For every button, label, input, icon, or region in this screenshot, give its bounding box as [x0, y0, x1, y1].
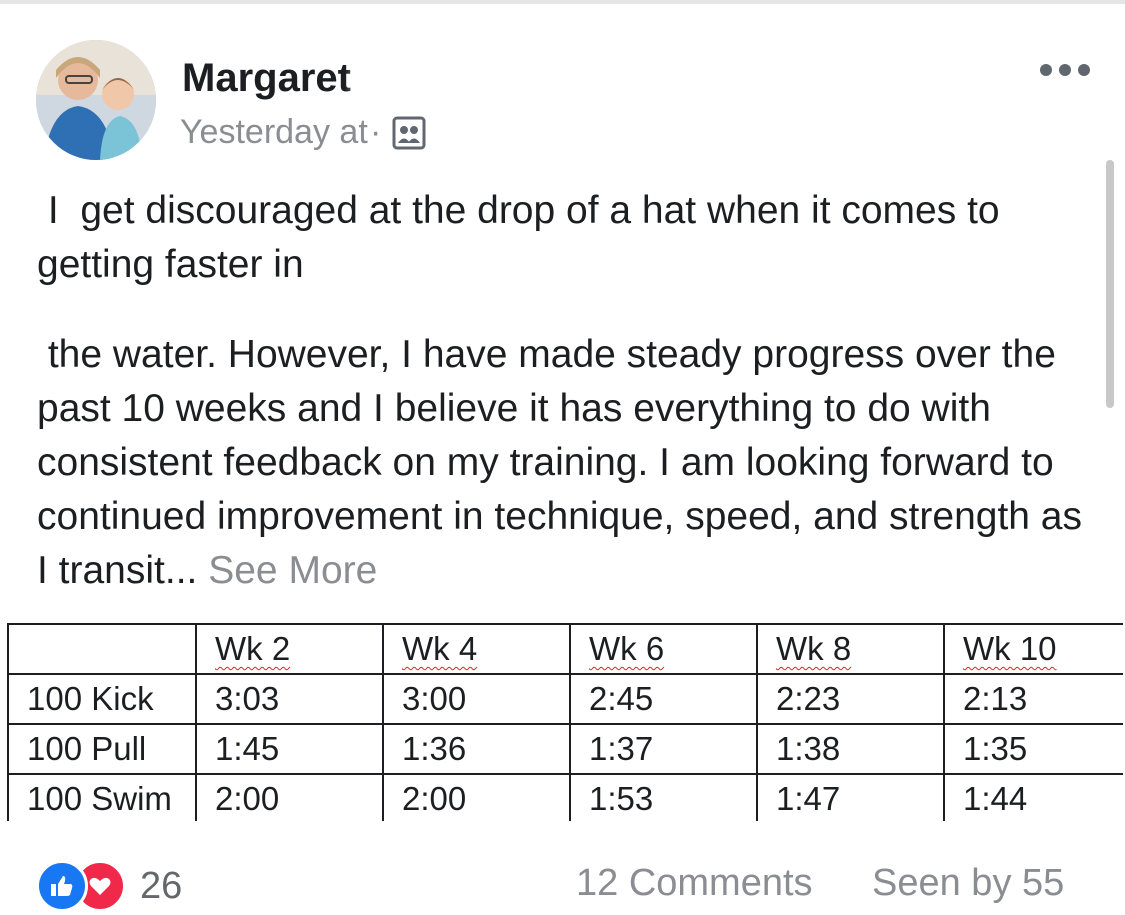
meta-separator: ·: [370, 113, 382, 151]
table-cell: 1:37: [569, 723, 758, 775]
table-row: 100 Kick 3:03 3:00 2:45 2:23 2:13: [7, 673, 1123, 725]
post-timestamp[interactable]: Yesterday at 11:22 AM: [180, 113, 370, 152]
table-cell: 3:03: [195, 673, 384, 725]
reaction-count: 26: [140, 864, 183, 907]
post-paragraph-1: I get discouraged at the drop of a hat w…: [37, 189, 1011, 286]
table-header-cell: Wk 10: [943, 623, 1123, 675]
like-icon: [36, 860, 88, 912]
table-cell: 100 Pull: [7, 723, 197, 775]
table-header-cell: Wk 8: [756, 623, 945, 675]
table-header-cell: Wk 6: [569, 623, 758, 675]
table-header-cell: Wk 4: [382, 623, 571, 675]
name-redaction-fade: [345, 52, 390, 104]
table-header-cell: Wk 2: [195, 623, 384, 675]
scrollbar[interactable]: [1106, 160, 1114, 408]
table-cell: 1:36: [382, 723, 571, 775]
training-times-table-image[interactable]: Wk 2 Wk 4 Wk 6 Wk 8 Wk 10 100 Kick 3:03 …: [7, 623, 1123, 821]
table-cell: 1:44: [943, 773, 1123, 821]
post-footer: 26 12 Comments Seen by 55: [0, 850, 1125, 915]
table-header-cell: [7, 623, 197, 675]
seen-by-link[interactable]: Seen by 55: [872, 862, 1064, 905]
table-cell: 1:53: [569, 773, 758, 821]
table-row: 100 Pull 1:45 1:36 1:37 1:38 1:35: [7, 723, 1123, 775]
post-body: I get discouraged at the drop of a hat w…: [37, 184, 1097, 598]
author-avatar[interactable]: [36, 40, 156, 160]
table-cell: 1:38: [756, 723, 945, 775]
table-header-row: Wk 2 Wk 4 Wk 6 Wk 8 Wk 10: [7, 623, 1123, 675]
table-cell: 2:00: [382, 773, 571, 821]
more-dot: [1059, 64, 1071, 76]
avatar-photo: [36, 40, 156, 160]
post-paragraph-2: the water. However, I have made steady p…: [37, 328, 1097, 598]
table-cell: 2:13: [943, 673, 1123, 725]
comments-link[interactable]: 12 Comments: [576, 862, 813, 905]
table-row: 100 Swim 2:00 2:00 1:53 1:47 1:44: [7, 773, 1123, 821]
table-cell: 3:00: [382, 673, 571, 725]
table-cell: 1:35: [943, 723, 1123, 775]
see-more-link[interactable]: See More: [208, 549, 377, 592]
table-cell: 2:45: [569, 673, 758, 725]
table-cell: 1:45: [195, 723, 384, 775]
table-cell: 100 Kick: [7, 673, 197, 725]
table-cell: 100 Swim: [7, 773, 197, 821]
friends-group-icon[interactable]: [391, 115, 427, 151]
top-divider: [0, 0, 1125, 4]
reactions-summary[interactable]: 26: [36, 860, 182, 912]
more-dot: [1078, 64, 1090, 76]
table-cell: 2:00: [195, 773, 384, 821]
more-options-icon[interactable]: [1040, 58, 1092, 82]
training-times-table: Wk 2 Wk 4 Wk 6 Wk 8 Wk 10 100 Kick 3:03 …: [7, 623, 1123, 821]
post-paragraph-2-text: the water. However, I have made steady p…: [37, 333, 1093, 592]
table-cell: 1:47: [756, 773, 945, 821]
post-meta: Yesterday at 11:22 AM ·: [180, 113, 427, 152]
more-dot: [1040, 64, 1052, 76]
table-cell: 2:23: [756, 673, 945, 725]
